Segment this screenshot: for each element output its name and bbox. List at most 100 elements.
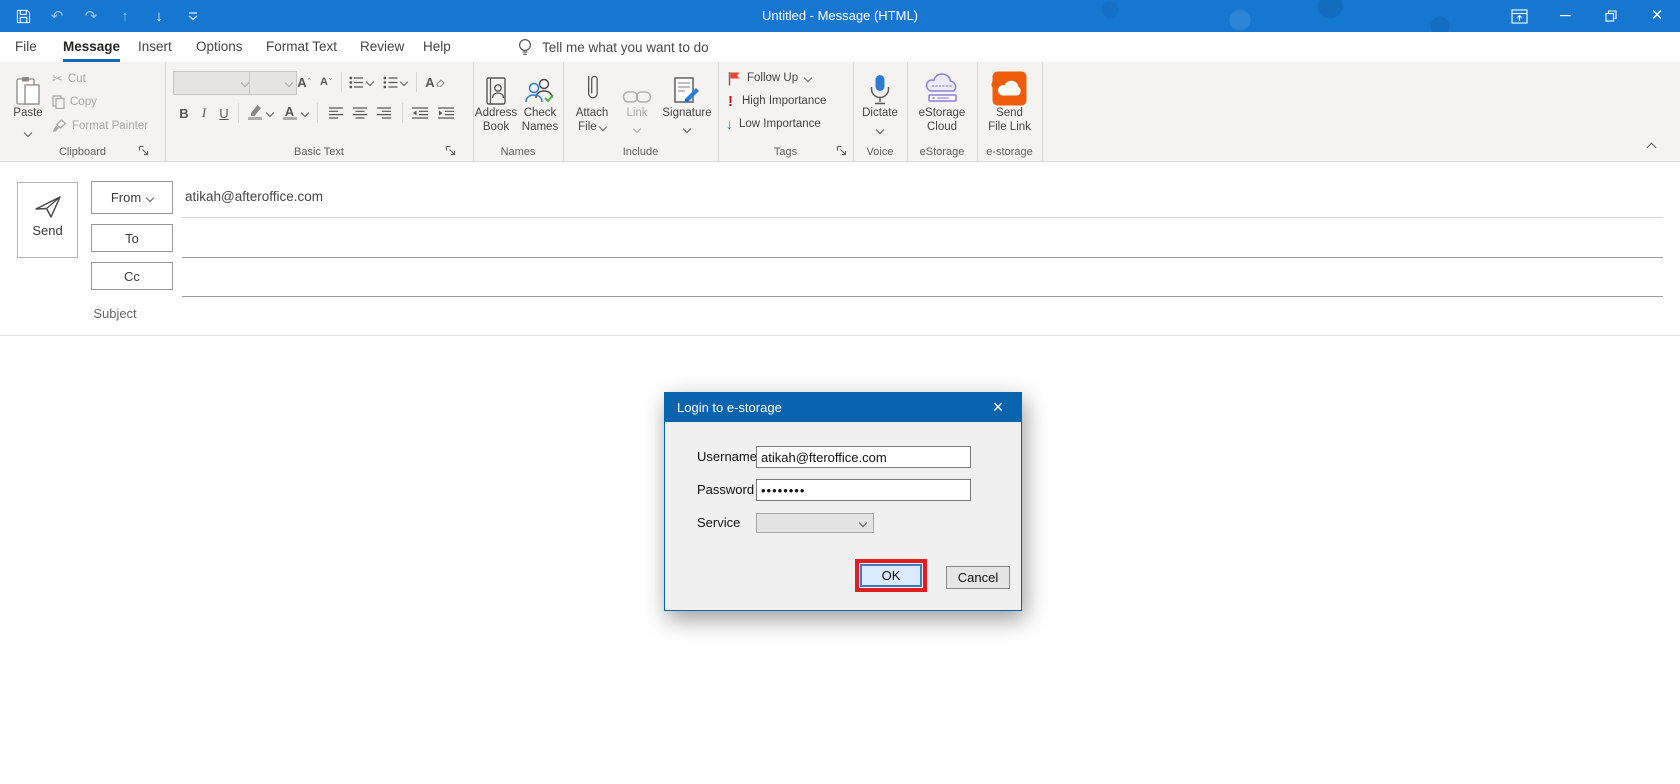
estorage-cloud-button[interactable]: eStorage Cloud	[907, 64, 977, 134]
send-file-link-button[interactable]: e Send File Link	[977, 64, 1042, 134]
save-button[interactable]	[10, 3, 36, 29]
basic-text-group-label: Basic Text	[165, 146, 473, 158]
password-input[interactable]	[756, 479, 971, 501]
move-down-button[interactable]: ↓	[146, 3, 172, 29]
cancel-button[interactable]: Cancel	[946, 566, 1010, 589]
from-dropdown-icon	[146, 193, 154, 201]
grow-font-button[interactable]: Aˆ	[293, 71, 315, 93]
restore-icon	[1605, 10, 1617, 22]
paperclip-icon	[583, 74, 601, 106]
lightbulb-icon	[518, 38, 532, 57]
service-select[interactable]	[756, 513, 874, 533]
ok-button[interactable]: OK	[860, 564, 922, 587]
clear-formatting-icon: A	[425, 75, 434, 90]
tab-options[interactable]: Options	[196, 35, 243, 59]
numbering-button[interactable]	[380, 71, 410, 93]
ribbon-display-options-icon	[1511, 9, 1528, 24]
undo-button[interactable]: ↶	[44, 3, 70, 29]
tab-message[interactable]: Message	[63, 35, 120, 62]
font-color-button[interactable]: A	[279, 102, 309, 124]
cc-button[interactable]: Cc	[91, 262, 173, 290]
align-center-button[interactable]	[349, 102, 371, 124]
username-input[interactable]	[756, 446, 971, 468]
decrease-indent-button[interactable]	[408, 102, 432, 124]
shrink-font-button[interactable]: Aˇ	[315, 71, 337, 93]
font-name-select[interactable]	[173, 71, 253, 95]
from-label: From	[111, 190, 141, 205]
basic-text-dialog-launcher[interactable]	[445, 145, 457, 157]
minimize-button[interactable]	[1542, 0, 1588, 32]
tell-me-box[interactable]: Tell me what you want to do	[518, 35, 709, 59]
window-controls: ×	[1496, 0, 1680, 32]
names-group-label: Names	[473, 146, 563, 158]
address-book-button[interactable]: Address Book	[474, 64, 518, 134]
send-file-link-label-line1: Send	[977, 106, 1042, 120]
ribbon: Paste ✂ Cut Copy Format Painter	[0, 62, 1680, 162]
high-importance-button[interactable]: ! High Importance	[728, 93, 826, 109]
clear-formatting-button[interactable]: A	[422, 71, 448, 93]
highlight-button[interactable]	[243, 102, 275, 124]
align-left-button[interactable]	[325, 102, 347, 124]
dialog-launcher-icon	[445, 145, 456, 156]
clipboard-dialog-launcher[interactable]	[138, 145, 150, 157]
paste-icon	[15, 76, 41, 106]
paste-dropdown-icon	[24, 129, 32, 137]
cut-button[interactable]: ✂ Cut	[52, 71, 86, 87]
font-size-select[interactable]	[249, 71, 297, 95]
service-dropdown-icon	[859, 519, 867, 527]
follow-up-button[interactable]: Follow Up	[728, 70, 811, 86]
tab-review[interactable]: Review	[360, 35, 404, 59]
address-book-icon	[484, 76, 508, 106]
ribbon-display-options-button[interactable]	[1496, 0, 1542, 32]
arrow-up-icon: ↑	[121, 8, 129, 25]
paste-button[interactable]: Paste	[6, 64, 50, 140]
voice-group-label: Voice	[853, 146, 907, 158]
tab-format-text[interactable]: Format Text	[266, 35, 337, 59]
numbering-dropdown-icon	[400, 78, 408, 86]
tab-help[interactable]: Help	[423, 35, 451, 59]
move-up-button[interactable]: ↑	[112, 3, 138, 29]
low-importance-button[interactable]: ↓ Low Importance	[726, 116, 821, 132]
increase-indent-button[interactable]	[434, 102, 458, 124]
follow-up-dropdown-icon	[804, 74, 812, 82]
dialog-launcher-icon	[836, 145, 847, 156]
to-field[interactable]	[182, 222, 1663, 256]
dialog-titlebar[interactable]: Login to e-storage ×	[665, 393, 1021, 422]
group-names: Address Book Check Names Names	[473, 62, 564, 161]
send-label: Send	[18, 223, 77, 238]
attach-file-label-line2: File	[578, 121, 597, 133]
signature-button[interactable]: Signature	[659, 64, 715, 136]
copy-icon	[52, 95, 65, 109]
format-painter-button[interactable]: Format Painter	[52, 118, 148, 134]
bold-button[interactable]: B	[175, 102, 193, 124]
cc-field[interactable]	[182, 260, 1663, 295]
tab-insert[interactable]: Insert	[138, 35, 172, 59]
signature-label: Signature	[659, 106, 715, 120]
from-button[interactable]: From	[91, 181, 173, 214]
restore-button[interactable]	[1588, 0, 1634, 32]
check-names-button[interactable]: Check Names	[518, 64, 562, 134]
subject-field[interactable]	[182, 302, 1663, 330]
italic-button[interactable]: I	[195, 102, 213, 124]
link-button[interactable]: Link	[617, 64, 657, 136]
dictate-button[interactable]: Dictate	[855, 64, 905, 137]
underline-button[interactable]: U	[215, 102, 233, 124]
collapse-ribbon-button[interactable]	[1648, 138, 1668, 152]
align-right-button[interactable]	[373, 102, 395, 124]
dialog-close-button[interactable]: ×	[983, 393, 1013, 422]
signature-icon	[673, 76, 701, 106]
close-button[interactable]: ×	[1634, 0, 1680, 32]
copy-button[interactable]: Copy	[52, 94, 97, 110]
minimize-icon	[1560, 15, 1571, 17]
bullets-button[interactable]	[346, 71, 376, 93]
close-icon: ×	[993, 397, 1004, 418]
attach-file-button[interactable]: Attach File	[569, 64, 615, 134]
send-button[interactable]: Send	[17, 182, 78, 258]
shrink-font-icon: A	[320, 76, 328, 88]
send-file-link-e-glyph: e	[991, 77, 998, 91]
redo-button[interactable]: ↷	[78, 3, 104, 29]
customize-qat-button[interactable]	[180, 3, 206, 29]
tags-dialog-launcher[interactable]	[836, 145, 848, 157]
to-button[interactable]: To	[91, 224, 173, 252]
tab-file[interactable]: File	[15, 35, 37, 59]
